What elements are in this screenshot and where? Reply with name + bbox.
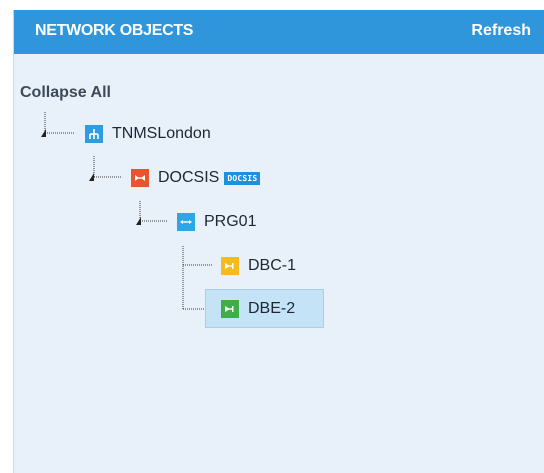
link-icon	[177, 213, 195, 231]
tree-node-label: TNMSLondon	[112, 125, 211, 142]
tree-node-label: PRG01	[204, 213, 257, 230]
tree-node-prg01[interactable]: PRG01	[177, 209, 256, 235]
collapse-all-button[interactable]: Collapse All	[20, 84, 111, 102]
panel-title: NETWORK OBJECTS	[35, 22, 194, 39]
docsis-badge: DOCSIS	[224, 171, 261, 185]
tree-node-label: DBC-1	[248, 257, 297, 274]
device-icon	[221, 257, 239, 275]
device-icon	[221, 299, 239, 318]
docsis-icon	[131, 169, 149, 187]
tree-node-tnmslondon[interactable]: TNMSLondon	[85, 121, 211, 147]
tree-node-dbe-2[interactable]: DBE-2	[205, 289, 324, 328]
panel-header: NETWORK OBJECTS Refresh	[14, 10, 544, 54]
network-icon	[85, 125, 103, 143]
network-objects-page: NETWORK OBJECTS Refresh Collapse All TNM…	[0, 0, 544, 473]
tree-node-dbc-1[interactable]: DBC-1	[221, 253, 296, 279]
tree-node-label: DBE-2	[248, 299, 296, 317]
tree-node-docsis[interactable]: DOCSIS DOCSIS	[131, 165, 261, 191]
network-objects-panel: NETWORK OBJECTS Refresh	[13, 10, 544, 473]
tree-node-label: DOCSIS	[158, 169, 220, 186]
refresh-button[interactable]: Refresh	[471, 22, 531, 40]
